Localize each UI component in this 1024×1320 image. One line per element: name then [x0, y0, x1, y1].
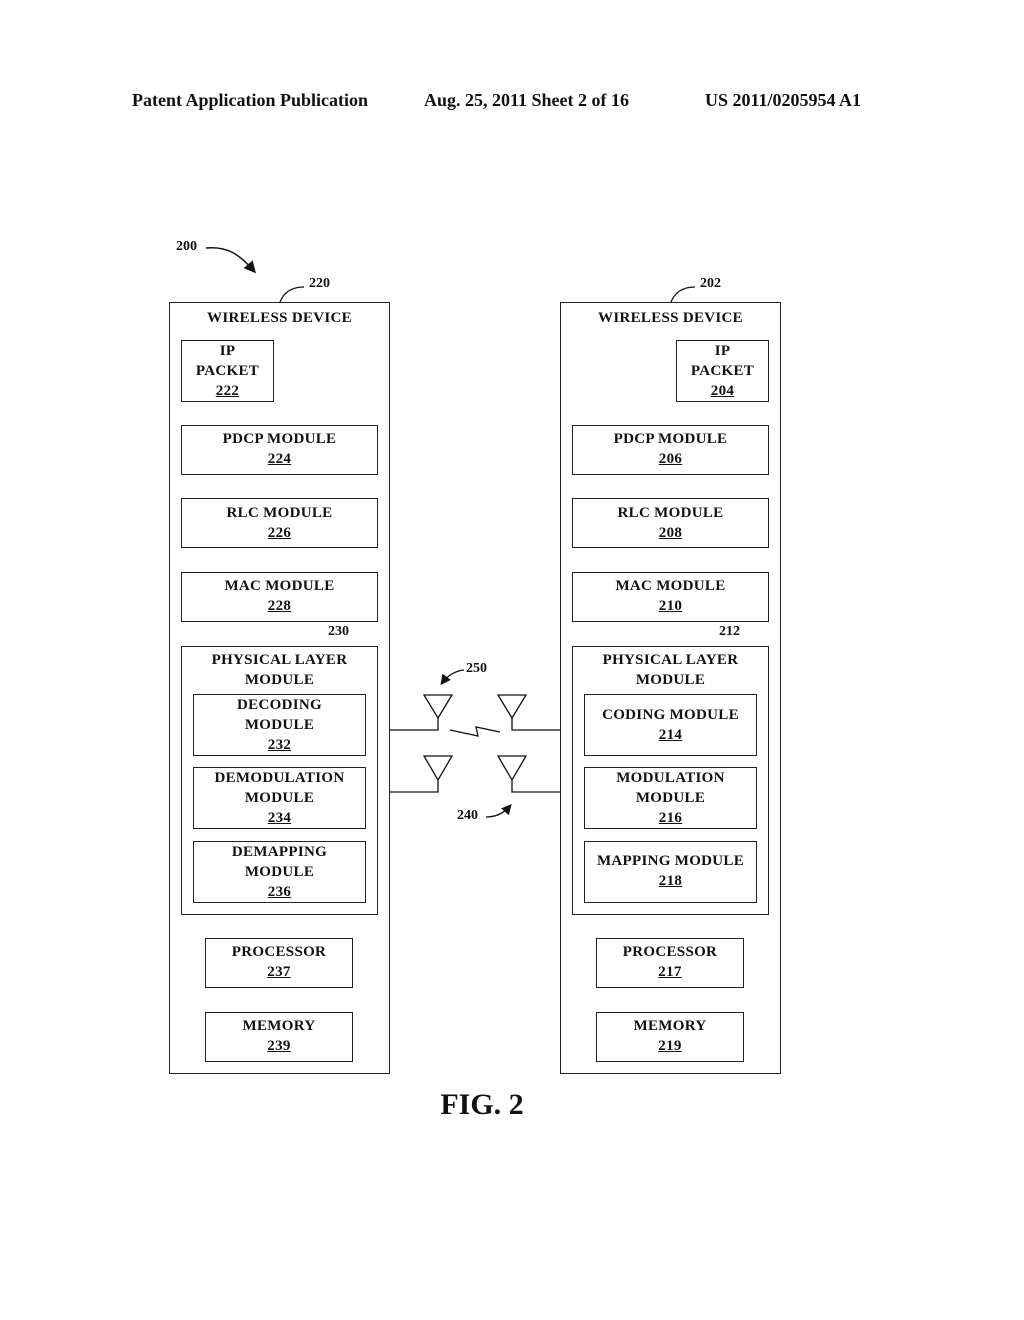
ref-220-leader — [279, 286, 305, 303]
line: PHYSICAL LAYER — [602, 652, 739, 668]
line: PROCESSOR — [231, 944, 327, 960]
ref-number: 210 — [658, 598, 683, 614]
right-ip-packet-label: IP PACKET 204 — [676, 341, 769, 401]
ref-202-leader — [670, 286, 696, 303]
ref-number: 218 — [658, 873, 683, 889]
line: MODULE — [635, 672, 706, 688]
ref-number: 216 — [658, 810, 683, 826]
ref-number: 226 — [267, 525, 292, 541]
ref-number: 204 — [710, 383, 735, 399]
line: IP — [714, 343, 731, 359]
left-pdcp-label: PDCP MODULE 224 — [181, 429, 378, 469]
ref-number: 224 — [267, 451, 292, 467]
left-decoding-label: DECODING MODULE 232 — [193, 695, 366, 755]
right-modulation-label: MODULATION MODULE 216 — [584, 768, 757, 828]
left-device-ref: 220 — [309, 276, 330, 291]
right-mac-label: MAC MODULE 210 — [572, 576, 769, 616]
right-mapping-label: MAPPING MODULE 218 — [584, 851, 757, 891]
ref-number: 206 — [658, 451, 683, 467]
left-ip-packet-label: IP PACKET 222 — [181, 341, 274, 401]
ref-number: 214 — [658, 727, 683, 743]
line: MODULE — [244, 790, 315, 806]
ref-number: 236 — [267, 884, 292, 900]
link-ref-250: 250 — [466, 661, 487, 676]
right-device-ref: 202 — [700, 276, 721, 291]
ref-number: 239 — [267, 1038, 291, 1054]
line: PACKET — [690, 363, 755, 379]
line: PHYSICAL LAYER — [211, 652, 348, 668]
line: MODULE — [244, 864, 315, 880]
line: MODULATION — [616, 770, 725, 786]
ref-number: 228 — [267, 598, 292, 614]
ref-250-arrow — [440, 669, 465, 686]
line: IP — [219, 343, 236, 359]
left-memory-label: MEMORY 239 — [205, 1016, 353, 1056]
ref-number: 234 — [267, 810, 292, 826]
right-device-title: WIRELESS DEVICE — [598, 310, 743, 326]
line: RLC MODULE — [226, 505, 333, 521]
figure-ref-arrow — [205, 247, 256, 274]
line: MODULE — [244, 672, 315, 688]
line: DEMAPPING — [231, 844, 328, 860]
line: MAC MODULE — [224, 578, 335, 594]
ref-number: 232 — [267, 737, 292, 753]
line: CODING MODULE — [602, 707, 739, 723]
right-phy-ref: 212 — [719, 624, 740, 639]
left-demodulation-label: DEMODULATION MODULE 234 — [193, 768, 366, 828]
line: PROCESSOR — [622, 944, 718, 960]
right-memory-label: MEMORY 219 — [596, 1016, 744, 1056]
wireless-link-icon — [449, 726, 501, 737]
line: MODULE — [244, 717, 315, 733]
connector-lines — [205, 247, 716, 1015]
right-phy-label: PHYSICAL LAYER MODULE — [572, 650, 769, 690]
left-phy-label: PHYSICAL LAYER MODULE — [181, 650, 378, 690]
ref-number: 237 — [267, 964, 291, 980]
ref-number: 222 — [215, 383, 240, 399]
line: MAC MODULE — [615, 578, 726, 594]
right-rlc-label: RLC MODULE 208 — [572, 503, 769, 543]
ref-number: 208 — [658, 525, 683, 541]
right-coding-label: CODING MODULE 214 — [584, 705, 757, 745]
left-demapping-label: DEMAPPING MODULE 236 — [193, 842, 366, 902]
line: MAPPING MODULE — [596, 853, 745, 869]
line: MEMORY — [242, 1018, 316, 1034]
antenna-icon — [422, 694, 454, 720]
line: DEMODULATION — [214, 770, 345, 786]
antenna-icon — [496, 694, 528, 720]
line: PACKET — [195, 363, 260, 379]
ref-number: 217 — [658, 964, 682, 980]
right-pdcp-label: PDCP MODULE 206 — [572, 429, 769, 469]
line: PDCP MODULE — [613, 431, 728, 447]
left-phy-ref: 230 — [328, 624, 349, 639]
right-processor-label: PROCESSOR 217 — [596, 942, 744, 982]
link-ref-240: 240 — [457, 808, 478, 823]
line: PDCP MODULE — [222, 431, 337, 447]
antenna-icon — [496, 755, 528, 782]
figure-ref: 200 — [176, 239, 197, 254]
ref-number: 219 — [658, 1038, 682, 1054]
left-mac-label: MAC MODULE 228 — [181, 576, 378, 616]
antenna-icon — [422, 755, 454, 782]
line: MODULE — [635, 790, 706, 806]
figure-caption: FIG. 2 — [440, 1088, 524, 1121]
antenna-links — [390, 694, 560, 793]
line: MEMORY — [633, 1018, 707, 1034]
left-rlc-label: RLC MODULE 226 — [181, 503, 378, 543]
line: DECODING — [237, 697, 322, 713]
line: RLC MODULE — [617, 505, 724, 521]
ref-240-arrow — [485, 804, 512, 818]
left-device-title: WIRELESS DEVICE — [207, 310, 352, 326]
left-processor-label: PROCESSOR 237 — [205, 942, 353, 982]
